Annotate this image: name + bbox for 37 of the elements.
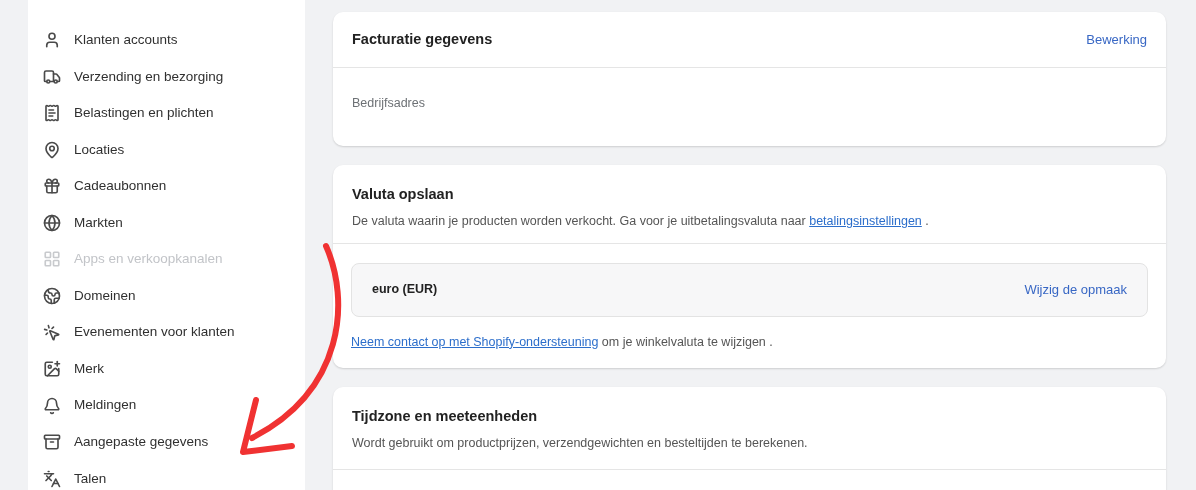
globe-icon	[43, 287, 61, 305]
sidebar-item[interactable]: Merk	[43, 357, 305, 381]
sidebar-item[interactable]: Cadeaubonnen	[43, 175, 305, 198]
sidebar-item[interactable]: Verzending en bezorging	[43, 65, 305, 89]
globe-icon	[43, 213, 61, 232]
contact-text: Neem contact op met Shopify-ondersteuning om je winkelvaluta te wijzigen .	[351, 333, 774, 351]
card-title: Tijdzone en meeteenheden	[352, 407, 539, 426]
sidebar-item[interactable]: Aangepaste gegevens	[43, 430, 305, 454]
support-link[interactable]: Neem contact op met Shopify-ondersteuning	[351, 334, 599, 349]
gift-icon	[43, 177, 61, 196]
box-icon	[43, 433, 61, 452]
person-icon	[43, 31, 61, 50]
sidebar-item[interactable]: Markten	[43, 211, 305, 235]
bell-icon	[43, 396, 61, 415]
card-description: Wordt gebruikt om productprijzen, verzendgewichten en besteltijden te berekenen.	[352, 434, 809, 452]
sidebar-item[interactable]: Domeinen	[43, 284, 305, 308]
apps-grid-icon	[43, 250, 61, 269]
address-label: Bedrijfsadres	[352, 96, 425, 110]
sidebar-item[interactable]: Meldingen	[43, 394, 305, 417]
sidebar-item[interactable]: Belastingen en plichten	[43, 102, 305, 125]
translate-icon	[43, 469, 61, 488]
currency-value: euro (EUR)	[372, 281, 438, 299]
card-description: De valuta waarin je producten worden verkocht. Ga voor je uitbetalingsvaluta naar betalingsinstellingen .	[352, 212, 930, 230]
sidebar-item[interactable]: Klanten accounts	[43, 29, 305, 52]
image-icon	[43, 360, 61, 379]
truck-icon	[43, 67, 61, 86]
change-format-link[interactable]: Wijzig de opmaak	[1024, 279, 1127, 300]
payment-settings-link[interactable]: betalingsinstellingen	[809, 213, 922, 228]
pointer-click-icon	[43, 323, 61, 342]
edit-link[interactable]: Bewerking	[1086, 29, 1147, 50]
sidebar-item[interactable]: Locaties	[43, 138, 305, 162]
map-pin-icon	[43, 140, 61, 159]
card-title: Valuta opslaan	[352, 185, 455, 204]
sidebar-item[interactable]: Evenementen voor klanten	[43, 321, 305, 344]
card-title: Facturatie gegevens	[352, 29, 493, 49]
sidebar-item[interactable]: Talen	[43, 467, 305, 490]
receipt-icon	[43, 104, 61, 123]
